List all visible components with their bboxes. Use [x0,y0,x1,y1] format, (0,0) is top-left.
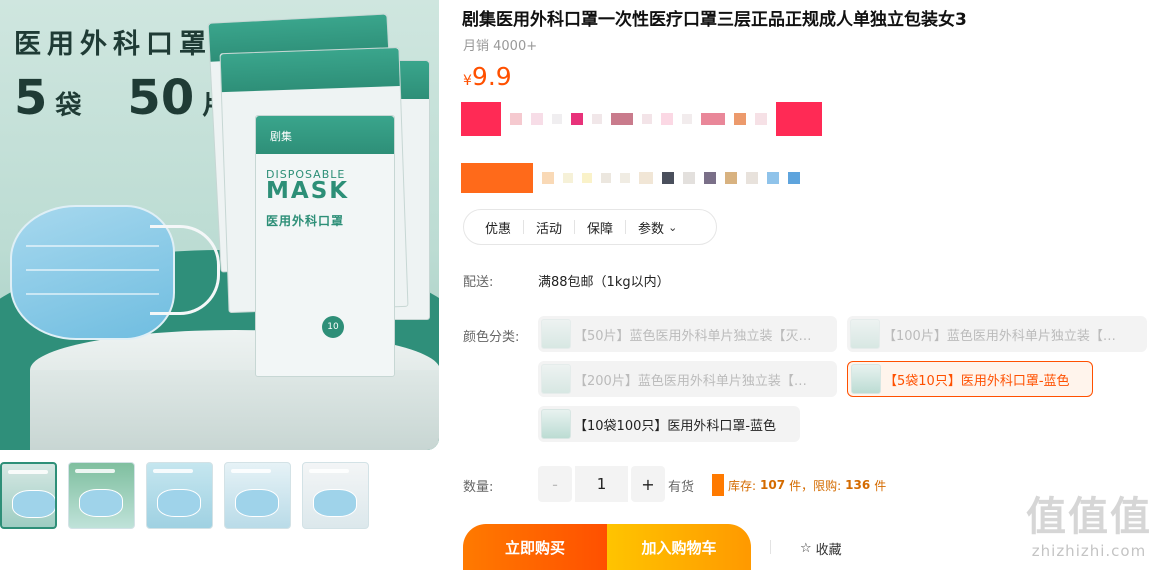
package-pcs-badge: 10 [322,316,344,338]
tab-params-label: 参数 [638,221,665,237]
add-to-cart-button[interactable]: 加入购物车 [607,524,751,570]
favorite-button[interactable]: ☆ 收藏 [800,539,842,558]
watermark-logo: 值值值 [1026,494,1152,540]
limit-unit: 件 [874,478,887,493]
sku-option[interactable]: 【200片】蓝色医用外科单片独立装【… [538,361,837,397]
thumbnail-3[interactable] [146,462,213,529]
redacted-promo-line-2 [461,163,800,193]
stock-unit: 件，限购: [789,478,842,493]
sku-option[interactable]: 【50片】蓝色医用外科单片独立装【灭… [538,316,837,352]
product-price: ¥ 9.9 [463,62,512,91]
mask-package-front: 剧集 DISPOSABLE MASK 医用外科口罩 10 [255,115,395,377]
buy-now-button[interactable]: 立即购买 [463,524,607,570]
stock-count: 107 [760,478,786,492]
image-headline: 医用外科口罩 [14,29,212,60]
color-label: 颜色分类: [463,330,520,345]
increment-button[interactable]: + [631,466,665,502]
watermark-url: zhizhizhi.com [1031,542,1147,560]
quantity-label: 数量: [463,480,494,495]
action-divider [770,540,771,554]
package-mask-text: MASK [266,178,350,204]
thumbnail-4[interactable] [224,462,291,529]
site-watermark: 值值值 zhizhizhi.com [1014,484,1164,560]
sku-thumbnail [851,364,881,394]
thumbnail-2[interactable] [68,462,135,529]
package-brand: 剧集 [270,130,292,143]
stock-flag-icon [712,474,724,496]
thumbnail-5[interactable] [302,462,369,529]
redacted-promo-line-1 [461,102,822,136]
chevron-down-icon: ⌄ [668,220,678,234]
purchase-buttons: 立即购买 加入购物车 [463,524,751,570]
sku-thumbnail [850,319,880,349]
sku-option[interactable]: 【10袋100只】医用外科口罩-蓝色 [538,406,800,442]
monthly-sales: 月销 4000+ [463,39,538,54]
package-cn-name: 医用外科口罩 [266,214,345,228]
availability-status: 有货 [668,480,695,495]
image-pedestal-body [30,370,439,450]
quantity-input[interactable]: 1 [575,466,628,502]
sku-label: 【50片】蓝色医用外科单片独立装【灭… [574,328,812,344]
shipping-value: 满88包邮（1kg以内） [538,275,670,290]
sku-thumbnail [541,364,571,394]
sku-option[interactable]: 【100片】蓝色医用外科单片独立装【… [847,316,1147,352]
tab-params[interactable]: 参数 ⌄ [626,218,689,237]
ear-loop-illustration [150,225,220,315]
tab-guarantee[interactable]: 保障 [575,218,625,237]
product-title: 剧集医用外科口罩一次性医疗口罩三层正品正规成人单独立包装女3 [462,10,967,30]
image-pieces-number: 50 [127,70,195,126]
info-tabs: 优惠 活动 保障 参数 ⌄ [463,209,717,245]
decrement-button[interactable]: - [538,466,572,502]
price-currency: ¥ [463,73,472,89]
tab-activity[interactable]: 活动 [524,218,574,237]
thumbnail-1[interactable] [0,462,57,529]
image-count-line: 5 袋 50 片 [14,70,228,126]
image-bags-unit: 袋 [55,91,82,121]
stock-prefix: 库存: [728,478,757,493]
sku-thumbnail [541,319,571,349]
price-value: 9.9 [471,62,512,91]
sku-label: 【200片】蓝色医用外科单片独立装【… [574,373,807,389]
star-icon: ☆ [800,541,812,556]
limit-count: 136 [845,478,871,492]
sku-label: 【10袋100只】医用外科口罩-蓝色 [574,418,777,434]
shipping-label: 配送: [463,275,494,290]
sku-option-selected[interactable]: 【5袋10只】医用外科口罩-蓝色 [847,361,1093,397]
tab-discount[interactable]: 优惠 [485,218,523,237]
sku-label: 【5袋10只】医用外科口罩-蓝色 [884,373,1070,389]
image-bags-number: 5 [14,70,48,126]
sku-label: 【100片】蓝色医用外科单片独立装【… [883,328,1116,344]
sku-thumbnail [541,409,571,439]
favorite-label: 收藏 [815,543,842,558]
quantity-stepper: - 1 + [538,466,665,502]
stock-info: 库存: 107 件，限购: 136 件 [712,474,886,496]
product-main-image[interactable]: 医用外科口罩 5 袋 50 片 剧集 DISPOSABLE MASK 医用外科口… [0,0,439,450]
thumbnail-strip [0,462,369,529]
